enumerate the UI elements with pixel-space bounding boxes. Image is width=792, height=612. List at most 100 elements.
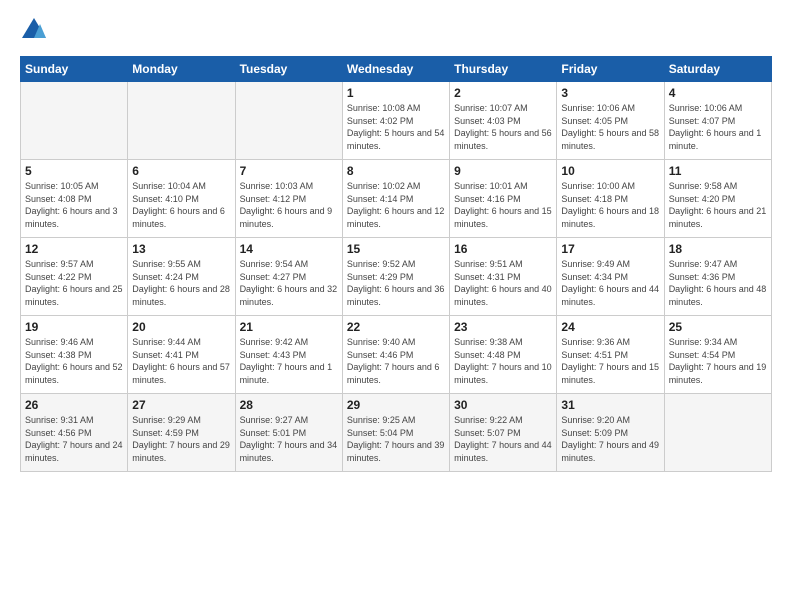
day-number: 27 xyxy=(132,398,230,412)
day-number: 21 xyxy=(240,320,338,334)
calendar-header-tuesday: Tuesday xyxy=(235,57,342,82)
day-info: Sunrise: 9:57 AM Sunset: 4:22 PM Dayligh… xyxy=(25,258,123,308)
day-number: 7 xyxy=(240,164,338,178)
day-number: 24 xyxy=(561,320,659,334)
calendar-cell: 27 Sunrise: 9:29 AM Sunset: 4:59 PM Dayli… xyxy=(128,394,235,472)
day-info: Sunrise: 10:05 AM Sunset: 4:08 PM Daylig… xyxy=(25,180,123,230)
day-number: 3 xyxy=(561,86,659,100)
calendar-cell xyxy=(128,82,235,160)
day-info: Sunrise: 10:06 AM Sunset: 4:07 PM Daylig… xyxy=(669,102,767,152)
day-info: Sunrise: 9:47 AM Sunset: 4:36 PM Dayligh… xyxy=(669,258,767,308)
day-number: 20 xyxy=(132,320,230,334)
day-number: 13 xyxy=(132,242,230,256)
calendar-cell: 8 Sunrise: 10:02 AM Sunset: 4:14 PM Dayli… xyxy=(342,160,449,238)
day-info: Sunrise: 9:49 AM Sunset: 4:34 PM Dayligh… xyxy=(561,258,659,308)
calendar-header-row: SundayMondayTuesdayWednesdayThursdayFrid… xyxy=(21,57,772,82)
day-info: Sunrise: 9:31 AM Sunset: 4:56 PM Dayligh… xyxy=(25,414,123,464)
day-info: Sunrise: 10:08 AM Sunset: 4:02 PM Daylig… xyxy=(347,102,445,152)
calendar-cell: 14Sunrise: 9:54 AM Sunset: 4:27 PM Dayli… xyxy=(235,238,342,316)
day-number: 19 xyxy=(25,320,123,334)
day-number: 17 xyxy=(561,242,659,256)
day-info: Sunrise: 9:34 AM Sunset: 4:54 PM Dayligh… xyxy=(669,336,767,386)
day-number: 16 xyxy=(454,242,552,256)
calendar-cell: 20Sunrise: 9:44 AM Sunset: 4:41 PM Dayli… xyxy=(128,316,235,394)
calendar-cell: 25 Sunrise: 9:34 AM Sunset: 4:54 PM Dayli… xyxy=(664,316,771,394)
calendar-cell: 23Sunrise: 9:38 AM Sunset: 4:48 PM Dayli… xyxy=(450,316,557,394)
calendar-week-4: 26Sunrise: 9:31 AM Sunset: 4:56 PM Dayli… xyxy=(21,394,772,472)
day-number: 1 xyxy=(347,86,445,100)
calendar-cell: 19Sunrise: 9:46 AM Sunset: 4:38 PM Dayli… xyxy=(21,316,128,394)
calendar-cell: 6 Sunrise: 10:04 AM Sunset: 4:10 PM Dayli… xyxy=(128,160,235,238)
calendar-cell: 26Sunrise: 9:31 AM Sunset: 4:56 PM Dayli… xyxy=(21,394,128,472)
calendar-cell: 2 Sunrise: 10:07 AM Sunset: 4:03 PM Dayli… xyxy=(450,82,557,160)
day-number: 14 xyxy=(240,242,338,256)
calendar-cell: 28Sunrise: 9:27 AM Sunset: 5:01 PM Dayli… xyxy=(235,394,342,472)
day-number: 11 xyxy=(669,164,767,178)
calendar-cell xyxy=(664,394,771,472)
day-info: Sunrise: 9:20 AM Sunset: 5:09 PM Dayligh… xyxy=(561,414,659,464)
calendar-cell: 13Sunrise: 9:55 AM Sunset: 4:24 PM Dayli… xyxy=(128,238,235,316)
day-info: Sunrise: 9:22 AM Sunset: 5:07 PM Dayligh… xyxy=(454,414,552,464)
page: SundayMondayTuesdayWednesdayThursdayFrid… xyxy=(0,0,792,612)
calendar-cell: 7Sunrise: 10:03 AM Sunset: 4:12 PM Dayli… xyxy=(235,160,342,238)
calendar-cell: 30Sunrise: 9:22 AM Sunset: 5:07 PM Dayli… xyxy=(450,394,557,472)
day-info: Sunrise: 10:06 AM Sunset: 4:05 PM Daylig… xyxy=(561,102,659,152)
calendar-cell xyxy=(21,82,128,160)
calendar-cell: 22 Sunrise: 9:40 AM Sunset: 4:46 PM Dayli… xyxy=(342,316,449,394)
calendar: SundayMondayTuesdayWednesdayThursdayFrid… xyxy=(20,56,772,472)
day-number: 4 xyxy=(669,86,767,100)
calendar-cell: 3 Sunrise: 10:06 AM Sunset: 4:05 PM Dayli… xyxy=(557,82,664,160)
day-number: 5 xyxy=(25,164,123,178)
day-info: Sunrise: 9:40 AM Sunset: 4:46 PM Dayligh… xyxy=(347,336,445,386)
calendar-cell: 21 Sunrise: 9:42 AM Sunset: 4:43 PM Dayli… xyxy=(235,316,342,394)
calendar-cell: 5 Sunrise: 10:05 AM Sunset: 4:08 PM Dayli… xyxy=(21,160,128,238)
calendar-cell: 4 Sunrise: 10:06 AM Sunset: 4:07 PM Dayli… xyxy=(664,82,771,160)
calendar-cell: 11 Sunrise: 9:58 AM Sunset: 4:20 PM Dayli… xyxy=(664,160,771,238)
day-info: Sunrise: 9:42 AM Sunset: 4:43 PM Dayligh… xyxy=(240,336,338,386)
calendar-header-monday: Monday xyxy=(128,57,235,82)
day-info: Sunrise: 10:01 AM Sunset: 4:16 PM Daylig… xyxy=(454,180,552,230)
day-number: 29 xyxy=(347,398,445,412)
day-number: 31 xyxy=(561,398,659,412)
day-info: Sunrise: 10:07 AM Sunset: 4:03 PM Daylig… xyxy=(454,102,552,152)
day-number: 22 xyxy=(347,320,445,334)
calendar-cell: 18 Sunrise: 9:47 AM Sunset: 4:36 PM Dayli… xyxy=(664,238,771,316)
calendar-cell: 12Sunrise: 9:57 AM Sunset: 4:22 PM Dayli… xyxy=(21,238,128,316)
day-number: 18 xyxy=(669,242,767,256)
day-info: Sunrise: 9:25 AM Sunset: 5:04 PM Dayligh… xyxy=(347,414,445,464)
day-info: Sunrise: 9:29 AM Sunset: 4:59 PM Dayligh… xyxy=(132,414,230,464)
day-info: Sunrise: 10:00 AM Sunset: 4:18 PM Daylig… xyxy=(561,180,659,230)
calendar-cell: 1 Sunrise: 10:08 AM Sunset: 4:02 PM Dayli… xyxy=(342,82,449,160)
day-number: 25 xyxy=(669,320,767,334)
calendar-cell: 16Sunrise: 9:51 AM Sunset: 4:31 PM Dayli… xyxy=(450,238,557,316)
calendar-header-saturday: Saturday xyxy=(664,57,771,82)
calendar-header-thursday: Thursday xyxy=(450,57,557,82)
day-number: 10 xyxy=(561,164,659,178)
day-number: 15 xyxy=(347,242,445,256)
day-info: Sunrise: 10:02 AM Sunset: 4:14 PM Daylig… xyxy=(347,180,445,230)
calendar-header-sunday: Sunday xyxy=(21,57,128,82)
day-number: 2 xyxy=(454,86,552,100)
logo xyxy=(20,18,52,46)
calendar-cell: 29 Sunrise: 9:25 AM Sunset: 5:04 PM Dayli… xyxy=(342,394,449,472)
calendar-cell: 24 Sunrise: 9:36 AM Sunset: 4:51 PM Dayli… xyxy=(557,316,664,394)
logo-icon xyxy=(20,16,48,44)
calendar-cell: 15 Sunrise: 9:52 AM Sunset: 4:29 PM Dayli… xyxy=(342,238,449,316)
calendar-header-friday: Friday xyxy=(557,57,664,82)
calendar-header-wednesday: Wednesday xyxy=(342,57,449,82)
calendar-cell xyxy=(235,82,342,160)
calendar-cell: 9 Sunrise: 10:01 AM Sunset: 4:16 PM Dayli… xyxy=(450,160,557,238)
calendar-week-0: 1 Sunrise: 10:08 AM Sunset: 4:02 PM Dayli… xyxy=(21,82,772,160)
calendar-week-3: 19Sunrise: 9:46 AM Sunset: 4:38 PM Dayli… xyxy=(21,316,772,394)
day-info: Sunrise: 9:58 AM Sunset: 4:20 PM Dayligh… xyxy=(669,180,767,230)
day-info: Sunrise: 9:52 AM Sunset: 4:29 PM Dayligh… xyxy=(347,258,445,308)
day-number: 6 xyxy=(132,164,230,178)
calendar-week-2: 12Sunrise: 9:57 AM Sunset: 4:22 PM Dayli… xyxy=(21,238,772,316)
day-number: 8 xyxy=(347,164,445,178)
day-info: Sunrise: 9:38 AM Sunset: 4:48 PM Dayligh… xyxy=(454,336,552,386)
calendar-cell: 31 Sunrise: 9:20 AM Sunset: 5:09 PM Dayli… xyxy=(557,394,664,472)
day-info: Sunrise: 9:36 AM Sunset: 4:51 PM Dayligh… xyxy=(561,336,659,386)
day-number: 9 xyxy=(454,164,552,178)
day-info: Sunrise: 9:27 AM Sunset: 5:01 PM Dayligh… xyxy=(240,414,338,464)
day-info: Sunrise: 10:04 AM Sunset: 4:10 PM Daylig… xyxy=(132,180,230,230)
